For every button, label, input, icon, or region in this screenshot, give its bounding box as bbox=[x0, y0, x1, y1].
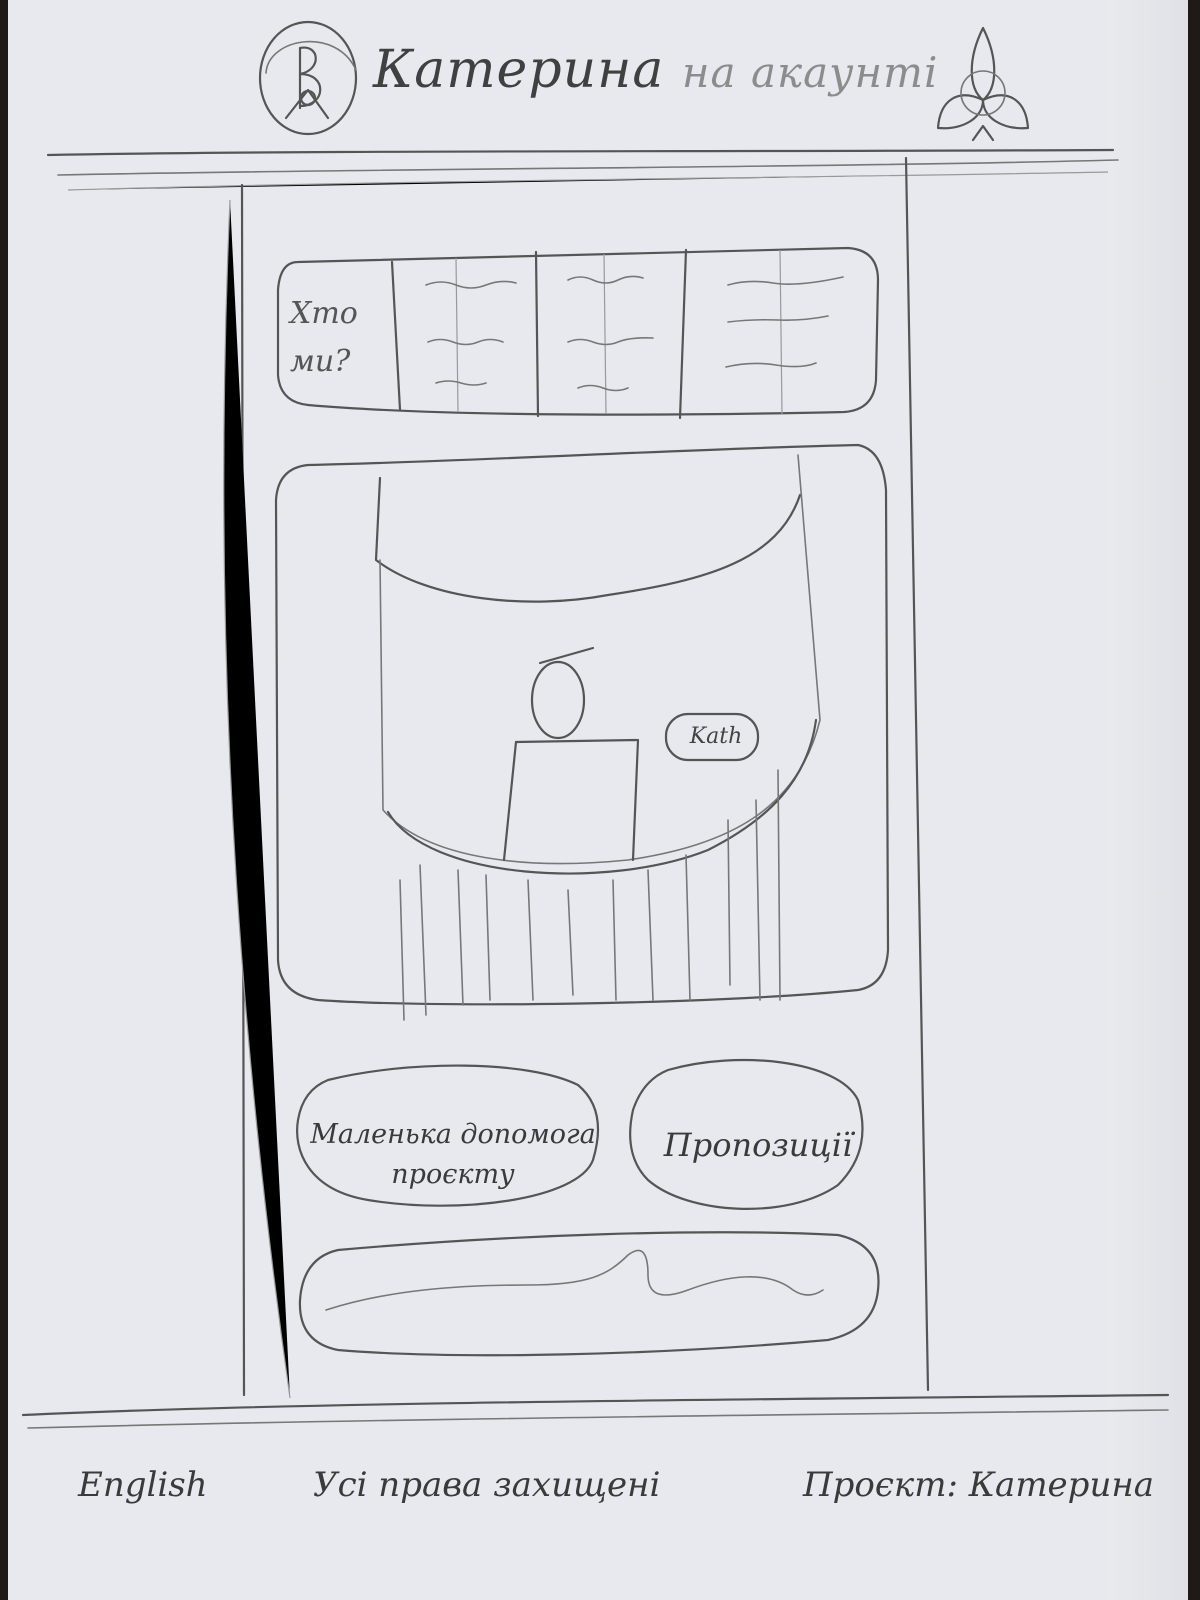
column-right-border bbox=[904, 156, 930, 1392]
language-switch-link[interactable]: English bbox=[78, 1455, 228, 1515]
project-credit-text: Проєкт: Катерина bbox=[803, 1465, 1155, 1505]
hero-card bbox=[274, 443, 890, 1006]
triquetra-menu-icon[interactable] bbox=[928, 18, 1038, 143]
about-card-3-text bbox=[727, 276, 844, 286]
header-divider bbox=[46, 148, 1115, 157]
copyright-text: Усі права захищені bbox=[313, 1465, 661, 1505]
site-title: Катерина на акаунті bbox=[373, 40, 937, 130]
sketch-page: Катерина на акаунті Хто ми? Kath Маленьк… bbox=[8, 0, 1188, 1600]
bottom-bar-button[interactable] bbox=[306, 1250, 884, 1370]
offers-button[interactable]: Пропозиції bbox=[648, 1085, 868, 1205]
person-portrait-icon bbox=[502, 646, 640, 862]
about-card-2-text bbox=[567, 275, 644, 284]
site-title-sub: на акаунті bbox=[681, 48, 939, 97]
site-title-main: Катерина bbox=[373, 40, 665, 100]
small-help-button[interactable]: Маленька допомога проєкту bbox=[308, 1085, 598, 1225]
about-us-label[interactable]: Хто ми? bbox=[290, 290, 372, 390]
monogram-emblem-icon bbox=[258, 20, 358, 136]
hero-tag-label: Kath bbox=[689, 724, 743, 749]
about-card-1-text bbox=[425, 280, 517, 289]
